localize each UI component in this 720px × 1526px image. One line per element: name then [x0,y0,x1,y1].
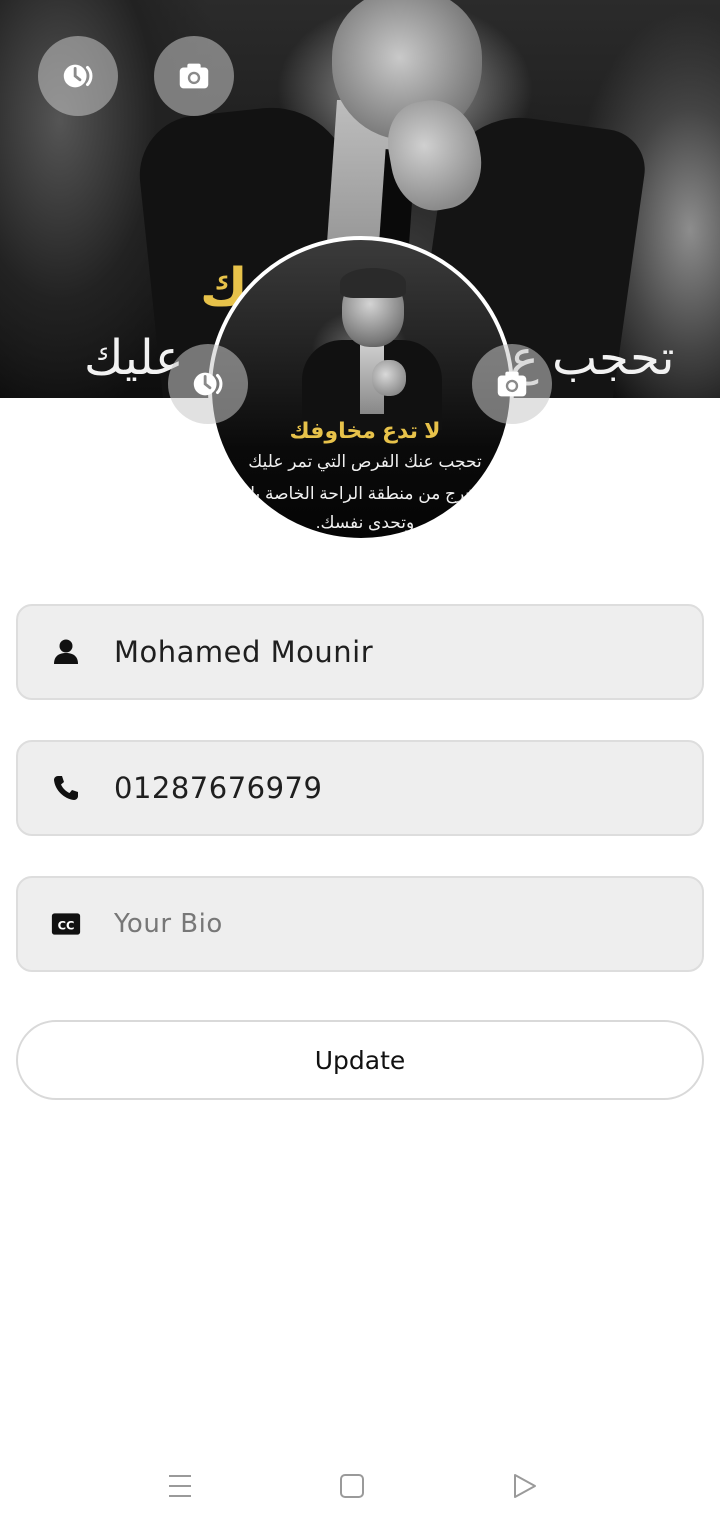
system-nav-bar [0,1446,720,1526]
avatar-text-line-1: لا تدع مخاوفك [289,418,441,443]
back-triangle-icon [514,1474,536,1498]
camera-icon [179,63,209,89]
avatar-figure-hair [340,268,406,298]
history-icon [63,64,93,88]
nav-back-button[interactable] [504,1466,544,1506]
bio-placeholder[interactable]: Your Bio [114,909,223,939]
avatar-text-line-4: وتحدى نفسك. [315,513,415,532]
nav-home-button[interactable] [332,1466,372,1506]
phone-field[interactable]: 01287676979 [16,740,704,836]
history-icon [193,372,223,396]
person-icon [48,634,84,670]
avatar-figure-hand [372,360,406,396]
name-value[interactable]: Mohamed Mounir [114,635,373,669]
profile-avatar[interactable]: لا تدع مخاوفك تحجب عنك الفرص التي تمر عل… [208,236,514,542]
nav-menu-button[interactable] [160,1466,200,1506]
phone-icon [48,770,84,806]
home-square-icon [340,1474,364,1498]
avatar-camera-button[interactable] [472,344,552,424]
avatar-text-line-3: وأخرج من منطقة الراحة الخاصة بك [241,484,489,503]
phone-value[interactable]: 01287676979 [114,771,322,805]
avatar-history-button[interactable] [168,344,248,424]
bio-field[interactable]: CC Your Bio [16,876,704,972]
name-field[interactable]: Mohamed Mounir [16,604,704,700]
cover-history-button[interactable] [38,36,118,116]
closed-caption-icon: CC [48,906,84,942]
menu-icon [169,1475,191,1497]
cover-camera-button[interactable] [154,36,234,116]
avatar-text-line-2: تحجب عنك الفرص التي تمر عليك [248,452,482,471]
camera-icon [497,371,527,397]
update-button[interactable]: Update [16,1020,704,1100]
svg-text:CC: CC [58,918,75,932]
